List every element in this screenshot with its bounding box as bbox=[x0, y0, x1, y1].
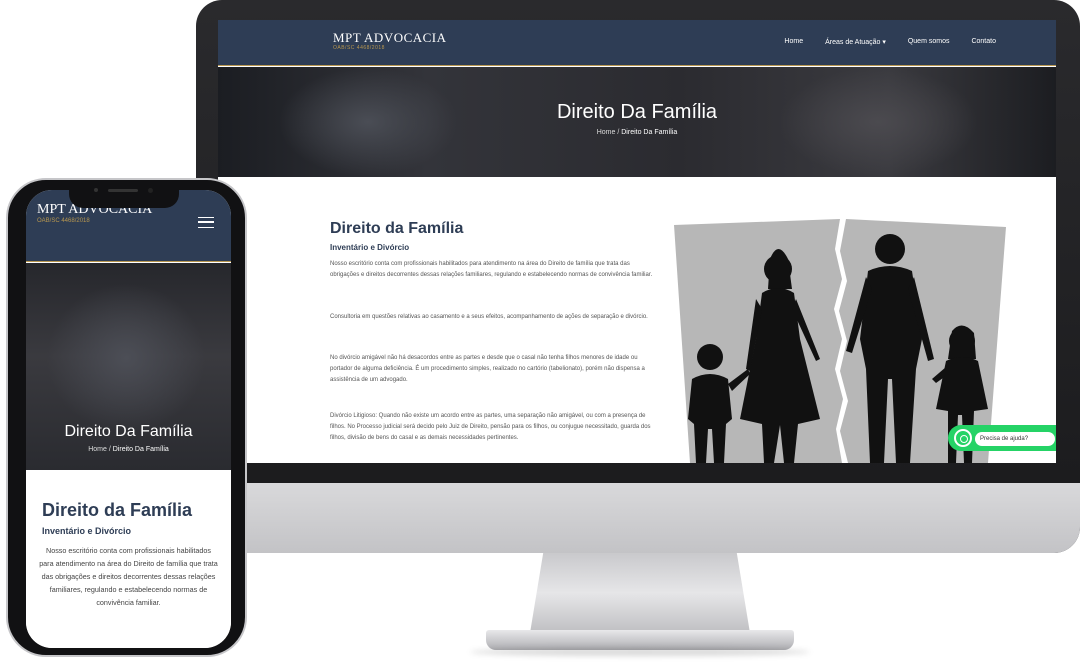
content-title: Direito da Família bbox=[330, 220, 464, 237]
mobile-breadcrumb-home[interactable]: Home bbox=[88, 446, 107, 453]
desktop-hero: Direito Da Família Home / Direito Da Fam… bbox=[218, 67, 1056, 177]
content-paragraph-1: Nosso escritório conta com profissionais… bbox=[330, 261, 653, 278]
mobile-content-subtitle: Inventário e Divórcio bbox=[42, 526, 132, 536]
mobile-content-paragraph: Nosso escritório conta com profissionais… bbox=[39, 546, 218, 607]
breadcrumb-home[interactable]: Home bbox=[597, 129, 616, 136]
imac-base bbox=[486, 630, 794, 650]
mockup-stage: MPT ADVOCACIA OAB/SC 4468/2018 Home Área… bbox=[0, 0, 1080, 665]
imac-shadow bbox=[470, 648, 810, 656]
nav-item-areas[interactable]: Áreas de Atuação ▾ bbox=[825, 38, 886, 46]
mobile-content-title: Direito da Família bbox=[42, 500, 193, 520]
breadcrumb: Home / Direito Da Família bbox=[218, 129, 1056, 136]
mobile-screen: MPT ADVOCACIA OAB/SC 4468/2018 Direito D… bbox=[26, 190, 231, 648]
nav-item-contato[interactable]: Contato bbox=[971, 38, 996, 46]
mobile-hero-title: Direito Da Família bbox=[64, 423, 193, 440]
content-paragraph-3: No divórcio amigável não há desacordos e… bbox=[330, 355, 645, 383]
content-paragraph-2: Consultoria em questões relativas ao cas… bbox=[330, 314, 648, 320]
imac-chin bbox=[196, 483, 1080, 553]
content-paragraph-4: Divórcio Litigioso: Quando não existe um… bbox=[330, 413, 651, 441]
desktop-logo-sub: OAB/SC 4468/2018 bbox=[333, 45, 385, 51]
nav-item-quem-somos[interactable]: Quem somos bbox=[908, 38, 950, 46]
phone-sensor bbox=[94, 188, 98, 192]
hamburger-menu-icon[interactable] bbox=[198, 217, 214, 228]
mobile-content: Direito da Família Inventário e Divórcio… bbox=[26, 470, 231, 648]
desktop-nav: Home Áreas de Atuação ▾ Quem somos Conta… bbox=[784, 38, 996, 46]
breadcrumb-current: Direito Da Família bbox=[621, 129, 678, 136]
nav-item-home[interactable]: Home bbox=[784, 38, 803, 46]
mobile-breadcrumb: Home / Direito Da Família bbox=[26, 446, 231, 453]
whatsapp-help-label[interactable]: Precisa de ajuda? bbox=[975, 432, 1055, 446]
content-subtitle: Inventário e Divórcio bbox=[330, 243, 410, 252]
hero-title: Direito Da Família bbox=[556, 101, 718, 123]
mobile-hero-background-image bbox=[46, 283, 206, 433]
phone-frame: MPT ADVOCACIA OAB/SC 4468/2018 Direito D… bbox=[6, 178, 247, 657]
imac-stand bbox=[530, 553, 750, 633]
desktop-logo[interactable]: MPT ADVOCACIA bbox=[333, 30, 447, 46]
desktop-screen: MPT ADVOCACIA OAB/SC 4468/2018 Home Área… bbox=[218, 20, 1056, 463]
phone-camera bbox=[148, 188, 153, 193]
mobile-breadcrumb-current: Direito Da Família bbox=[112, 446, 169, 453]
mobile-logo-sub: OAB/SC 4468/2018 bbox=[37, 218, 90, 224]
mobile-hero: Direito Da Família Home / Direito Da Fam… bbox=[26, 263, 231, 470]
desktop-header: MPT ADVOCACIA OAB/SC 4468/2018 Home Área… bbox=[218, 20, 1056, 66]
whatsapp-icon[interactable] bbox=[954, 429, 972, 447]
phone-speaker bbox=[108, 189, 138, 192]
desktop-content: Direito da Família Inventário e Divórcio… bbox=[218, 177, 1056, 463]
